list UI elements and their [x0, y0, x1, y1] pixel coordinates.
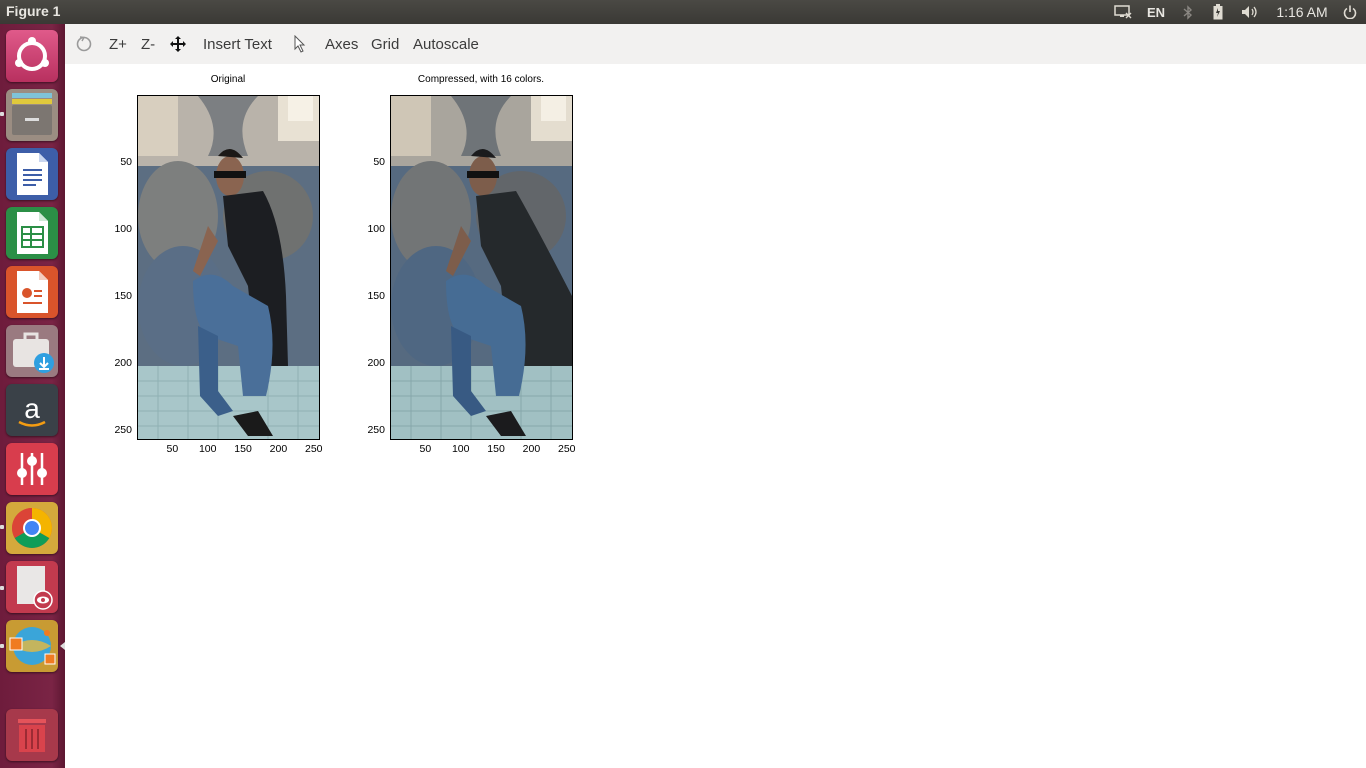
battery-icon[interactable] [1208, 0, 1228, 24]
plot-title-compressed: Compressed, with 16 colors. [417, 74, 545, 85]
select-pointer-icon[interactable] [293, 24, 307, 64]
axes-button[interactable]: Axes [325, 24, 358, 64]
ytick-label: 250 [367, 423, 385, 436]
libreoffice-writer-icon[interactable] [6, 148, 58, 200]
ytick-label: 150 [114, 289, 132, 302]
xtick-label: 100 [451, 443, 470, 455]
power-icon[interactable] [1341, 0, 1359, 24]
keyboard-language-indicator[interactable]: EN [1144, 0, 1168, 24]
xtick-label: 200 [522, 443, 541, 455]
ytick-label: 150 [367, 289, 385, 302]
rotate-icon[interactable] [75, 24, 93, 64]
ytick-label: 200 [114, 356, 132, 369]
libreoffice-impress-icon[interactable] [6, 266, 58, 318]
xtick-label: 150 [487, 443, 505, 455]
ffmpeg-icon[interactable] [6, 620, 58, 672]
insert-text-button[interactable]: Insert Text [203, 24, 272, 64]
files-icon[interactable] [6, 89, 58, 141]
document-viewer-icon[interactable] [6, 561, 58, 613]
libreoffice-calc-icon[interactable] [6, 207, 58, 259]
xtick-label: 150 [234, 443, 252, 455]
figure-canvas: Original Compressed, with 16 colors. 50 … [65, 64, 1366, 768]
plot-title-original: Original [210, 74, 246, 85]
ytick-label: 100 [114, 222, 132, 235]
bluetooth-icon[interactable] [1178, 0, 1198, 24]
zoom-out-button[interactable]: Z- [141, 24, 155, 64]
launcher: a [0, 24, 66, 768]
original-image [138, 96, 319, 439]
volume-icon[interactable] [1239, 0, 1261, 24]
xtick-label: 50 [419, 443, 432, 455]
ubuntu-dash-icon[interactable] [6, 30, 58, 82]
figure-toolbar: Z+ Z- Insert Text Axes Grid Autoscale [65, 24, 1366, 65]
image-axes-original[interactable] [137, 95, 320, 440]
trash-icon[interactable] [6, 709, 58, 761]
window-title: Figure 1 [6, 3, 61, 19]
top-panel: Figure 1 EN 1:16 AM [0, 0, 1366, 24]
ytick-label: 100 [367, 222, 385, 235]
zoom-in-button[interactable]: Z+ [109, 24, 127, 64]
ytick-label: 50 [120, 155, 132, 168]
xtick-label: 200 [269, 443, 288, 455]
ytick-label: 50 [373, 155, 385, 168]
chrome-icon[interactable] [6, 502, 58, 554]
compressed-image [391, 96, 572, 439]
xtick-label: 250 [557, 443, 576, 455]
software-center-icon[interactable] [6, 325, 58, 377]
xtick-label: 50 [166, 443, 179, 455]
amazon-icon[interactable]: a [6, 384, 58, 436]
ytick-label: 200 [367, 356, 385, 369]
xtick-label: 250 [304, 443, 323, 455]
grid-button[interactable]: Grid [371, 24, 399, 64]
clock[interactable]: 1:16 AM [1272, 0, 1332, 24]
xtick-label: 100 [198, 443, 217, 455]
autoscale-button[interactable]: Autoscale [413, 24, 479, 64]
svg-text:a: a [24, 393, 40, 424]
ytick-label: 250 [114, 423, 132, 436]
network-icon[interactable] [1112, 0, 1134, 24]
image-axes-compressed[interactable] [390, 95, 573, 440]
pan-icon[interactable] [169, 24, 187, 64]
mixer-icon[interactable] [6, 443, 58, 495]
